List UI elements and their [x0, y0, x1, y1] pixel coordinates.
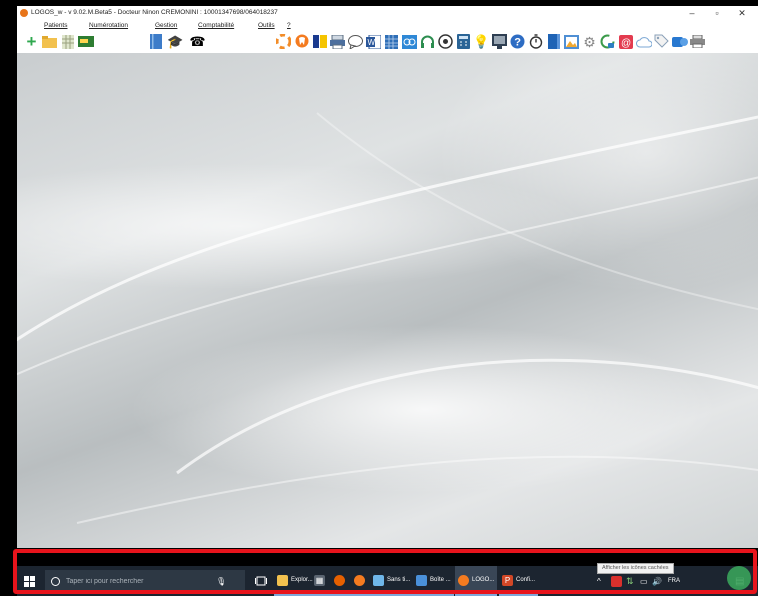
- title-bar[interactable]: LOGOS_w - v 9.02.M.Beta5 - Docteur Ninon…: [17, 6, 758, 20]
- tray-app-icon-glyph: [611, 575, 622, 587]
- windows-logo-icon: [24, 575, 35, 587]
- svg-text:@: @: [621, 38, 631, 49]
- menu-gestion[interactable]: Gestion: [155, 22, 177, 29]
- email-icon[interactable]: @: [617, 33, 634, 50]
- menu-numerotation[interactable]: Numérotation: [89, 22, 128, 29]
- notebook-icon[interactable]: [545, 33, 562, 50]
- refresh-icon[interactable]: [599, 33, 616, 50]
- tag-icon[interactable]: [653, 33, 670, 50]
- card-icon[interactable]: [77, 33, 94, 50]
- taskbar-app-explorer[interactable]: Explor...: [274, 566, 316, 596]
- taskbar-app-calculator[interactable]: ▦: [311, 566, 331, 596]
- lightbulb-icon[interactable]: 💡: [473, 33, 490, 50]
- calculator-icon: ▦: [314, 574, 325, 586]
- stopwatch-icon[interactable]: [527, 33, 544, 50]
- graduation-cap-icon[interactable]: 🎓: [167, 33, 184, 50]
- print-icon[interactable]: [689, 33, 706, 50]
- taskbar-app-label: Boîte ...: [430, 577, 451, 583]
- microphone-icon[interactable]: 🎙: [216, 577, 226, 586]
- search-input[interactable]: [66, 577, 216, 585]
- firefox-icon: [334, 574, 345, 586]
- spreadsheet-icon[interactable]: [383, 33, 400, 50]
- logos-icon: [458, 574, 469, 586]
- cortana-icon: [51, 576, 60, 586]
- toolbar: + 🎓 ☎ W 💡 ? ⚙ @: [17, 31, 758, 53]
- word-icon[interactable]: W: [365, 33, 382, 50]
- phone-icon[interactable]: ☎: [189, 33, 206, 50]
- tooth-icon[interactable]: [293, 33, 310, 50]
- task-view-icon: [255, 576, 267, 586]
- floating-green-button[interactable]: [727, 566, 751, 590]
- paint-icon: [373, 574, 384, 586]
- menu-outils[interactable]: Outils: [258, 22, 275, 29]
- screen: LOGOS_w - v 9.02.M.Beta5 - Docteur Ninon…: [0, 0, 758, 596]
- window-title: LOGOS_w - v 9.02.M.Beta5 - Docteur Ninon…: [31, 9, 278, 16]
- menu-patients[interactable]: Patients: [44, 22, 68, 29]
- network-icon[interactable]: [401, 33, 418, 50]
- taskbar-app-logos-window[interactable]: LOGO...: [455, 566, 498, 596]
- taskbar-search[interactable]: 🎙: [45, 570, 245, 592]
- headset-icon[interactable]: [419, 33, 436, 50]
- svg-text:W: W: [368, 38, 376, 47]
- image-icon[interactable]: [563, 33, 580, 50]
- chat-icon[interactable]: [347, 33, 364, 50]
- help-icon[interactable]: ?: [509, 33, 526, 50]
- taskbar-app-firefox[interactable]: [331, 566, 351, 596]
- taskbar-app-logos[interactable]: [351, 566, 371, 596]
- app-window: LOGOS_w - v 9.02.M.Beta5 - Docteur Ninon…: [17, 6, 758, 548]
- mail-icon: [416, 574, 427, 586]
- taskbar-app-powerpoint[interactable]: P Confi...: [499, 566, 539, 596]
- battery-icon[interactable]: [311, 33, 328, 50]
- svg-text:?: ?: [514, 37, 521, 49]
- clock-date: 16/05/2017: [689, 15, 717, 21]
- background-swirl: [17, 112, 758, 524]
- cloud-icon[interactable]: [635, 33, 652, 50]
- folder-icon[interactable]: [41, 33, 58, 50]
- taskbar-app-label: Sans ti...: [387, 577, 411, 583]
- sync-icon[interactable]: [671, 33, 688, 50]
- logos-app-icon: [20, 9, 28, 17]
- menu-help[interactable]: ?: [287, 22, 291, 29]
- calculator-icon[interactable]: [455, 33, 472, 50]
- logos-icon: [354, 574, 365, 586]
- settings-icon[interactable]: ⚙: [581, 33, 598, 50]
- gear-wheel-icon[interactable]: [437, 33, 454, 50]
- clock-time: 17:57: [696, 6, 710, 12]
- workspace-background: [17, 53, 758, 548]
- close-button[interactable]: ✕: [731, 7, 753, 19]
- book-icon[interactable]: [147, 33, 164, 50]
- taskbar-app-label: Confi...: [516, 577, 536, 583]
- task-view-button[interactable]: [255, 566, 267, 596]
- taskbar-app-mail[interactable]: Boîte ...: [413, 566, 454, 596]
- start-button[interactable]: [24, 566, 35, 596]
- lifebuoy-icon[interactable]: [275, 33, 292, 50]
- menu-comptabilite[interactable]: Comptabilité: [198, 22, 234, 29]
- taskbar-app-paint[interactable]: Sans ti...: [370, 566, 414, 596]
- monitor-icon[interactable]: [491, 33, 508, 50]
- add-icon[interactable]: +: [23, 33, 40, 50]
- taskbar-clock[interactable]: 17:57 16/05/2017: [686, 5, 720, 23]
- printer-icon[interactable]: [329, 33, 346, 50]
- folder-icon: [277, 574, 288, 586]
- hidden-icons-tooltip: Afficher les icônes cachées: [597, 563, 674, 574]
- grid-icon[interactable]: [59, 33, 76, 50]
- taskbar-app-label: LOGO...: [472, 577, 495, 583]
- powerpoint-icon: P: [502, 574, 513, 586]
- taskbar-app-label: Explor...: [291, 577, 313, 583]
